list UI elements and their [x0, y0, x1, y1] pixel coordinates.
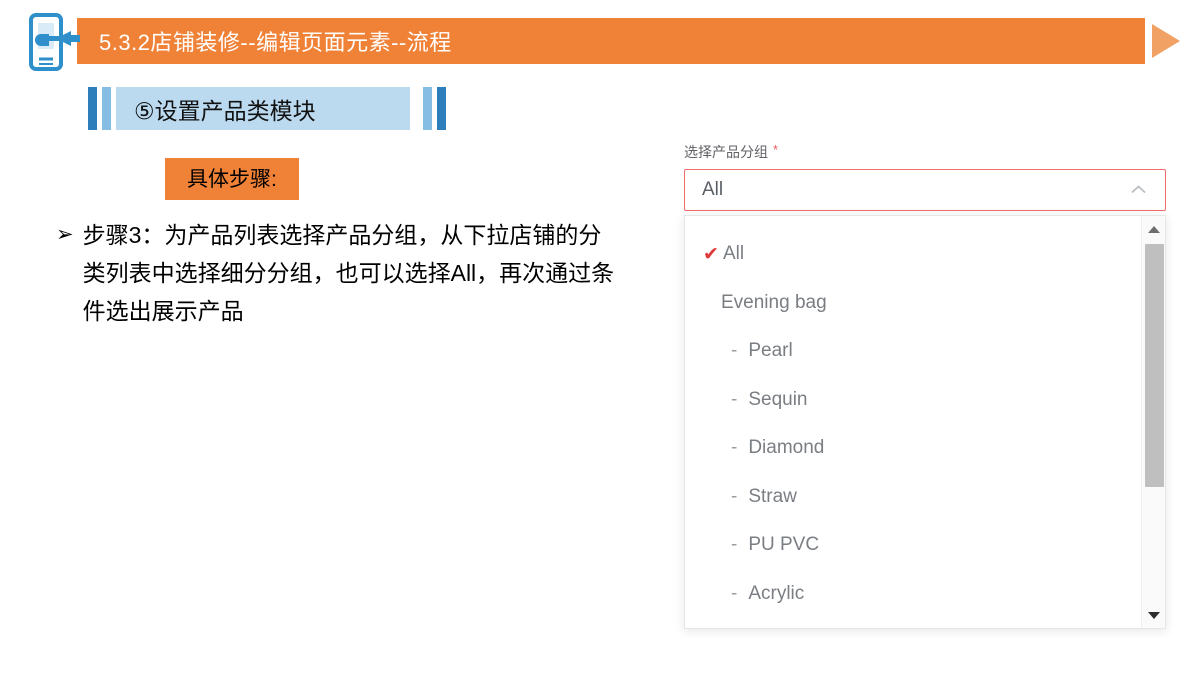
- option-item[interactable]: - Acrylic: [685, 570, 1141, 619]
- accent-bar-light-right: [423, 87, 432, 130]
- option-dash: -: [731, 485, 738, 507]
- required-asterisk: *: [773, 142, 779, 157]
- check-icon: ✔: [703, 243, 719, 265]
- option-label: Sequin: [748, 388, 808, 410]
- steps-chip: 具体步骤:: [165, 158, 299, 200]
- option-item[interactable]: - Pearl: [685, 327, 1141, 376]
- bullet-text: 步骤3：为产品列表选择产品分组，从下拉店铺的分类列表中选择细分分组，也可以选择A…: [82, 222, 615, 324]
- option-item[interactable]: - Diamond: [685, 424, 1141, 473]
- product-group-option-panel: ✔ All Evening bag - Pearl - Sequin - Diamond - Str…: [684, 215, 1166, 629]
- section-heading-text: ⑤设置产品类模块: [134, 97, 316, 124]
- bullet-block: ➢ 步骤3：为产品列表选择产品分组，从下拉店铺的分类列表中选择细分分组，也可以选…: [56, 216, 656, 330]
- option-dash: -: [731, 534, 738, 556]
- option-label: Evening bag: [721, 291, 827, 313]
- product-group-select-input[interactable]: All: [684, 169, 1166, 211]
- option-dash: -: [731, 582, 738, 604]
- option-dash: -: [731, 388, 738, 410]
- section-heading: ⑤设置产品类模块: [88, 87, 446, 130]
- triangle-up-icon: [1148, 225, 1160, 233]
- option-list-scrollbar[interactable]: [1141, 216, 1165, 628]
- option-label: Pearl: [748, 340, 793, 362]
- option-dash: -: [731, 437, 738, 459]
- option-label: Straw: [748, 485, 797, 507]
- slide-canvas: 5.3.2店铺装修--编辑页面元素--流程 ⑤设置产品类模块 具体步骤: ➢ 步…: [0, 0, 1200, 680]
- play-arrow-icon[interactable]: [1152, 24, 1180, 58]
- product-group-label-text: 选择产品分组: [684, 144, 768, 160]
- option-item[interactable]: - PU PVC: [685, 521, 1141, 570]
- phone-hand-icon: [28, 12, 90, 72]
- option-item[interactable]: - Straw: [685, 473, 1141, 522]
- option-label: PU PVC: [748, 534, 820, 556]
- bullet-arrow-icon: ➢: [56, 223, 74, 246]
- option-dash: -: [731, 340, 738, 362]
- header-banner: 5.3.2店铺装修--编辑页面元素--流程: [77, 18, 1145, 64]
- accent-bar-dark-right: [437, 87, 446, 130]
- product-group-select-widget: 选择产品分组 * All ✔ All Evening bag - Pearl - Sequi…: [684, 143, 1166, 629]
- product-group-label: 选择产品分组 *: [684, 143, 1166, 161]
- chevron-up-icon[interactable]: [1130, 182, 1147, 199]
- option-label: Acrylic: [748, 582, 805, 604]
- accent-bar-dark-left: [88, 87, 97, 130]
- option-label: Diamond: [748, 437, 825, 459]
- scroll-down-button[interactable]: [1142, 604, 1165, 626]
- option-list: ✔ All Evening bag - Pearl - Sequin - Diamond - Str…: [685, 216, 1141, 628]
- option-item[interactable]: - Sequin: [685, 376, 1141, 425]
- selected-value: All: [702, 179, 724, 200]
- option-label: All: [723, 243, 745, 265]
- triangle-down-icon: [1148, 611, 1160, 619]
- scrollbar-thumb[interactable]: [1145, 244, 1164, 487]
- accent-bar-light-left: [102, 87, 111, 130]
- option-item[interactable]: ✔ All: [685, 230, 1141, 279]
- scroll-up-button[interactable]: [1142, 218, 1165, 240]
- page-title: 5.3.2店铺装修--编辑页面元素--流程: [99, 30, 452, 55]
- section-heading-plate: ⑤设置产品类模块: [116, 87, 410, 130]
- option-item[interactable]: Evening bag: [685, 279, 1141, 328]
